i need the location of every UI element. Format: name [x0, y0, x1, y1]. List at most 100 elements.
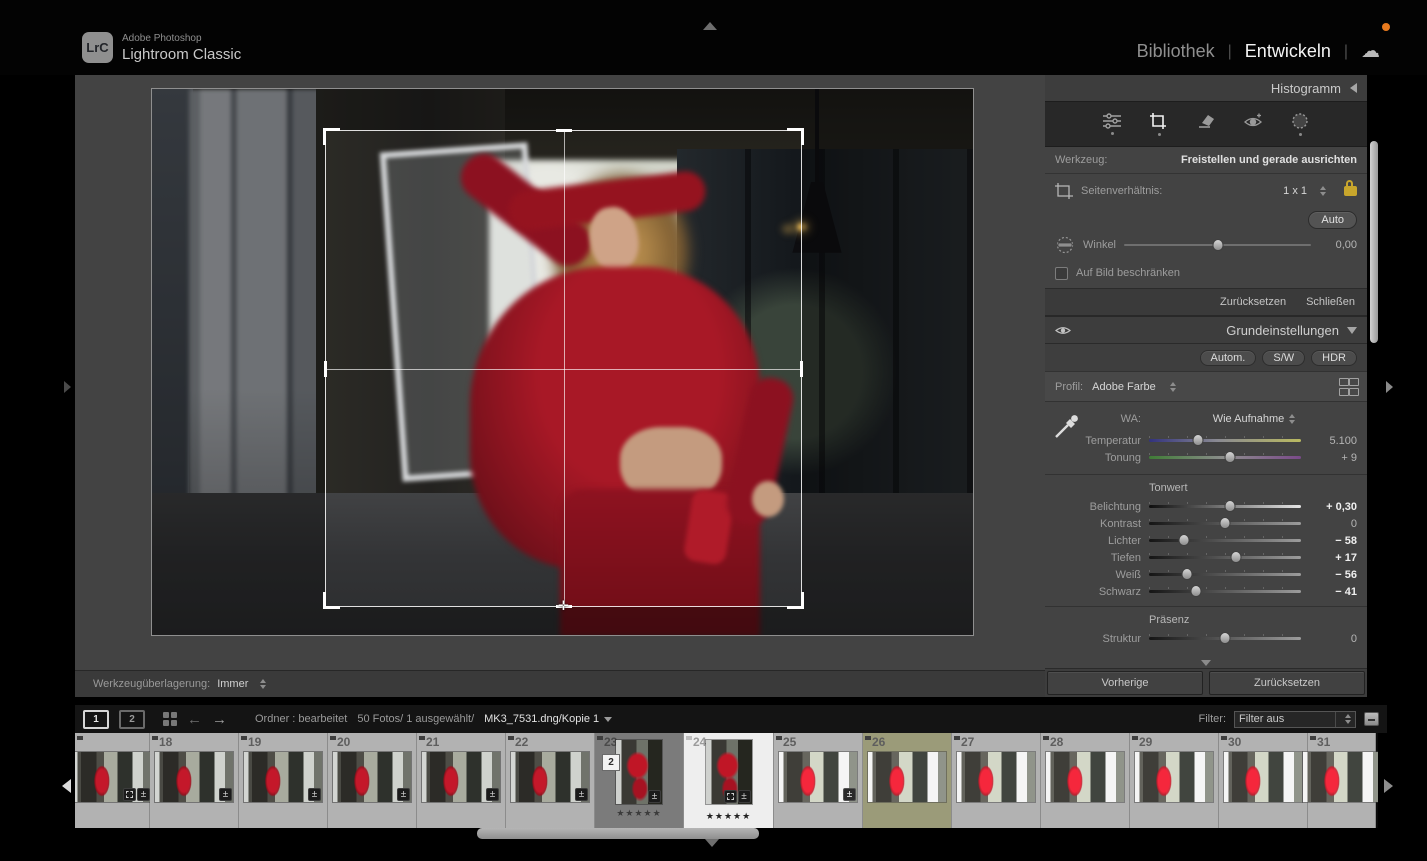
crop-move-cursor-icon[interactable]: ✛ — [558, 598, 569, 614]
photo-thumbnail[interactable] — [155, 752, 233, 802]
flag-icon[interactable] — [1221, 736, 1227, 743]
photo-thumbnail[interactable] — [511, 752, 589, 802]
photo-thumbnail[interactable] — [706, 740, 752, 804]
struktur-slider-thumb[interactable] — [1220, 632, 1231, 644]
kontrast-slider[interactable] — [1149, 522, 1301, 525]
tiefen-slider-thumb[interactable] — [1230, 551, 1241, 563]
flag-icon[interactable] — [1310, 736, 1316, 743]
filter-switch-icon[interactable] — [1364, 712, 1379, 726]
weiss-slider-thumb[interactable] — [1182, 568, 1193, 580]
slider-value[interactable]: − 58 — [1301, 535, 1357, 547]
slider-value[interactable]: − 41 — [1301, 586, 1357, 598]
current-filename[interactable]: MK3_7531.dng/Kopie 1 — [484, 713, 612, 725]
belichtung-slider-thumb[interactable] — [1224, 500, 1235, 512]
go-back-icon[interactable]: ← — [187, 712, 202, 727]
filmstrip-cell[interactable]: 25 — [774, 733, 863, 828]
constrain-checkbox[interactable] — [1055, 267, 1068, 280]
filmstrip-cell[interactable]: 23 2 ★★★★★ — [595, 733, 684, 828]
source-path[interactable]: Ordner : bearbeitet — [255, 713, 347, 725]
hdr-button[interactable]: HDR — [1311, 350, 1357, 366]
flag-icon[interactable] — [776, 736, 782, 743]
star-rating[interactable]: ★★★★★ — [706, 811, 751, 822]
red-eye-tool[interactable] — [1240, 113, 1266, 135]
crop-close-button[interactable]: Schließen — [1306, 296, 1355, 308]
reset-button[interactable]: Zurücksetzen — [1209, 671, 1365, 695]
grid-view-icon[interactable] — [163, 712, 177, 726]
slider-value[interactable]: − 56 — [1301, 569, 1357, 581]
go-forward-icon[interactable]: → — [212, 712, 227, 727]
flag-icon[interactable] — [686, 736, 692, 743]
weiss-slider[interactable] — [1149, 573, 1301, 576]
edit-badge-icon[interactable] — [843, 788, 856, 801]
second-window-button[interactable]: 2 — [119, 710, 145, 729]
schwarz-slider-thumb[interactable] — [1191, 585, 1202, 597]
angle-slider[interactable] — [1124, 244, 1311, 246]
filmstrip-cell[interactable]: 19 — [239, 733, 328, 828]
edit-badge-icon[interactable] — [397, 788, 410, 801]
slider-value[interactable]: + 17 — [1301, 552, 1357, 564]
edit-badge-icon[interactable] — [648, 790, 661, 803]
filter-dropdown[interactable]: Filter aus — [1234, 711, 1356, 728]
slider-value[interactable]: + 9 — [1301, 452, 1357, 464]
photo-thumbnail[interactable] — [957, 752, 1035, 802]
crop-tool[interactable] — [1146, 112, 1172, 136]
filmstrip-cell[interactable]: 21 — [417, 733, 506, 828]
module-develop[interactable]: Entwickeln — [1245, 41, 1331, 62]
filmstrip-cell[interactable]: 26 — [863, 733, 952, 828]
main-window-button[interactable]: 1 — [83, 710, 109, 729]
filmstrip-cell[interactable]: 24 ★★★★★ — [684, 733, 774, 828]
crop-reset-button[interactable]: Zurücksetzen — [1220, 296, 1286, 308]
flag-icon[interactable] — [241, 736, 247, 743]
crop-handle-left[interactable] — [324, 361, 327, 377]
filmstrip-next-icon[interactable] — [1384, 779, 1393, 793]
wb-eyedropper-icon[interactable] — [1053, 412, 1081, 440]
left-panel-expander-icon[interactable] — [64, 381, 71, 393]
flag-icon[interactable] — [865, 736, 871, 743]
profile-spinner-icon[interactable] — [1170, 382, 1176, 392]
filmstrip-cell[interactable]: 18 — [150, 733, 239, 828]
filmstrip-cell[interactable]: 28 — [1041, 733, 1130, 828]
histogram-header[interactable]: Histogramm — [1045, 75, 1367, 101]
tiefen-slider[interactable] — [1149, 556, 1301, 559]
module-library[interactable]: Bibliothek — [1137, 41, 1215, 62]
lichter-slider[interactable] — [1149, 539, 1301, 542]
filmstrip-cell[interactable]: 31 — [1308, 733, 1376, 828]
filmstrip-scrollbar[interactable] — [477, 828, 759, 839]
right-panel-scrollbar[interactable] — [1370, 141, 1378, 343]
photo-thumbnail[interactable] — [868, 752, 946, 802]
photo-thumbnail[interactable] — [1135, 752, 1213, 802]
filmstrip-cell[interactable]: 29 — [1130, 733, 1219, 828]
aspect-lock-icon[interactable] — [1344, 186, 1357, 196]
wb-spinner-icon[interactable] — [1289, 414, 1295, 424]
photo-thumbnail[interactable] — [1303, 752, 1379, 802]
slider-value[interactable]: + 0,30 — [1301, 501, 1357, 513]
profile-value[interactable]: Adobe Farbe — [1092, 381, 1156, 393]
top-panel-expander-icon[interactable] — [703, 22, 717, 30]
flag-icon[interactable] — [419, 736, 425, 743]
flag-icon[interactable] — [77, 736, 83, 743]
filmstrip-cell[interactable]: 22 — [506, 733, 595, 828]
lichter-slider-thumb[interactable] — [1178, 534, 1189, 546]
profile-browser-icon[interactable] — [1339, 378, 1357, 396]
tool-overlay-value[interactable]: Immer — [217, 678, 248, 690]
edit-badge-icon[interactable] — [308, 788, 321, 801]
adjust-tool[interactable] — [1099, 113, 1125, 135]
crop-handle-top-left[interactable] — [323, 128, 340, 145]
aspect-spinner-icon[interactable] — [1320, 186, 1326, 196]
crop-handle-top[interactable] — [556, 129, 572, 132]
tonung-slider[interactable] — [1149, 456, 1301, 459]
edit-badge-icon[interactable] — [137, 788, 150, 801]
photo-thumbnail[interactable] — [333, 752, 411, 802]
flag-icon[interactable] — [152, 736, 158, 743]
kontrast-slider-thumb[interactable] — [1220, 517, 1231, 529]
angle-value[interactable]: 0,00 — [1319, 239, 1357, 251]
slider-value[interactable]: 0 — [1301, 633, 1357, 645]
crop-handle-bottom-left[interactable] — [323, 592, 340, 609]
crop-handle-top-right[interactable] — [787, 128, 804, 145]
photo-thumbnail[interactable] — [244, 752, 322, 802]
crop-badge-icon[interactable] — [123, 788, 136, 801]
slider-value[interactable]: 5.100 — [1301, 435, 1357, 447]
flag-icon[interactable] — [954, 736, 960, 743]
photo-thumbnail[interactable] — [779, 752, 857, 802]
filmstrip-cell[interactable]: 20 — [328, 733, 417, 828]
